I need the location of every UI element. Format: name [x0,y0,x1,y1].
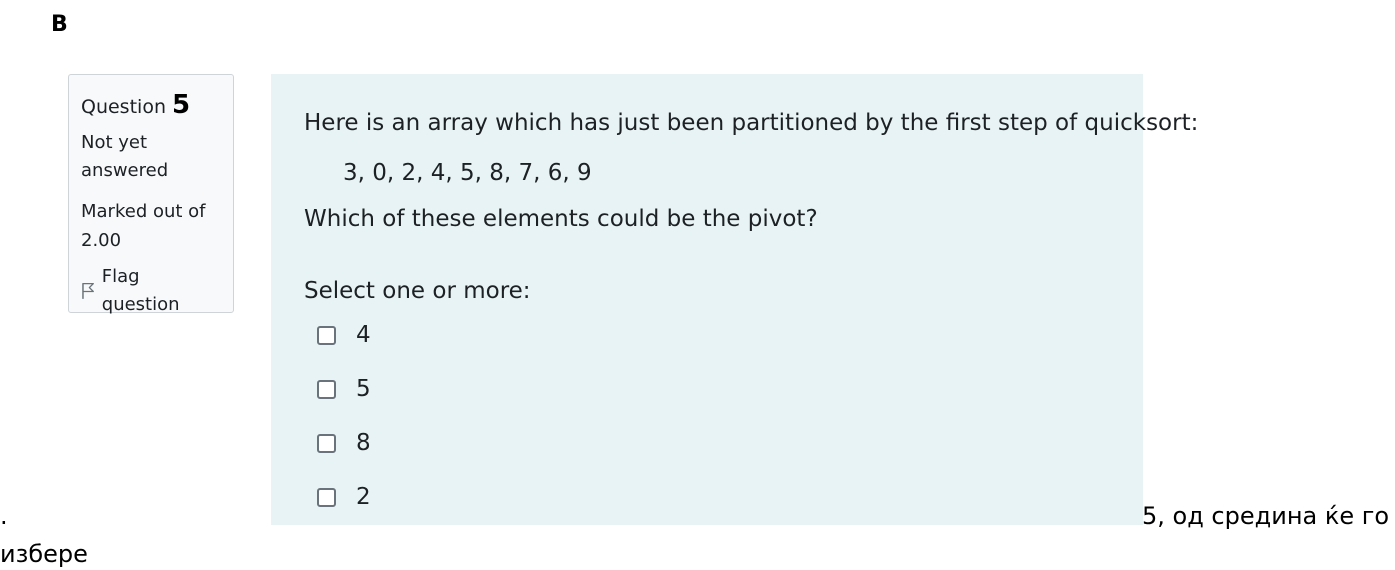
answer-checkbox[interactable] [317,379,336,399]
flag-icon [82,282,94,299]
question-number: 5 [172,90,191,120]
surrounding-text-next-line: избере [0,540,88,568]
question-array: 3, 0, 2, 4, 5, 8, 7, 6, 9 [343,160,592,186]
question-content: Here is an array which has just been par… [271,74,1198,525]
answer-option-label: 8 [356,430,371,456]
question-number-line: Question 5 [81,90,221,120]
question-intro: Here is an array which has just been par… [304,110,1199,136]
question-info-panel: Question 5 Not yet answered Marked out o… [68,74,234,315]
flag-question-label: Flag question [101,266,180,315]
select-instruction: Select one or more: [304,278,531,304]
surrounding-text-right: 5, од средина ќе го [1142,502,1390,530]
answer-checkbox[interactable] [317,487,336,507]
answer-option-label: 2 [356,484,371,510]
answer-option[interactable]: 2 [317,484,371,510]
answer-option-label: 4 [356,322,371,348]
trailing-dot: . [0,502,8,530]
flag-question-link[interactable]: Flag question [81,263,221,319]
question-prompt: Which of these elements could be the piv… [304,206,818,232]
answer-option[interactable]: 4 [317,322,371,348]
question-word: Question [81,96,166,118]
section-letter: B [51,12,68,37]
question-grade: Marked out of 2.00 [81,201,206,251]
answer-checkbox[interactable] [317,433,336,453]
answer-option[interactable]: 5 [317,376,371,402]
answer-option[interactable]: 8 [317,430,371,456]
answer-checkbox[interactable] [317,325,336,345]
question-state: Not yet answered [81,132,169,181]
answer-option-label: 5 [356,376,371,402]
